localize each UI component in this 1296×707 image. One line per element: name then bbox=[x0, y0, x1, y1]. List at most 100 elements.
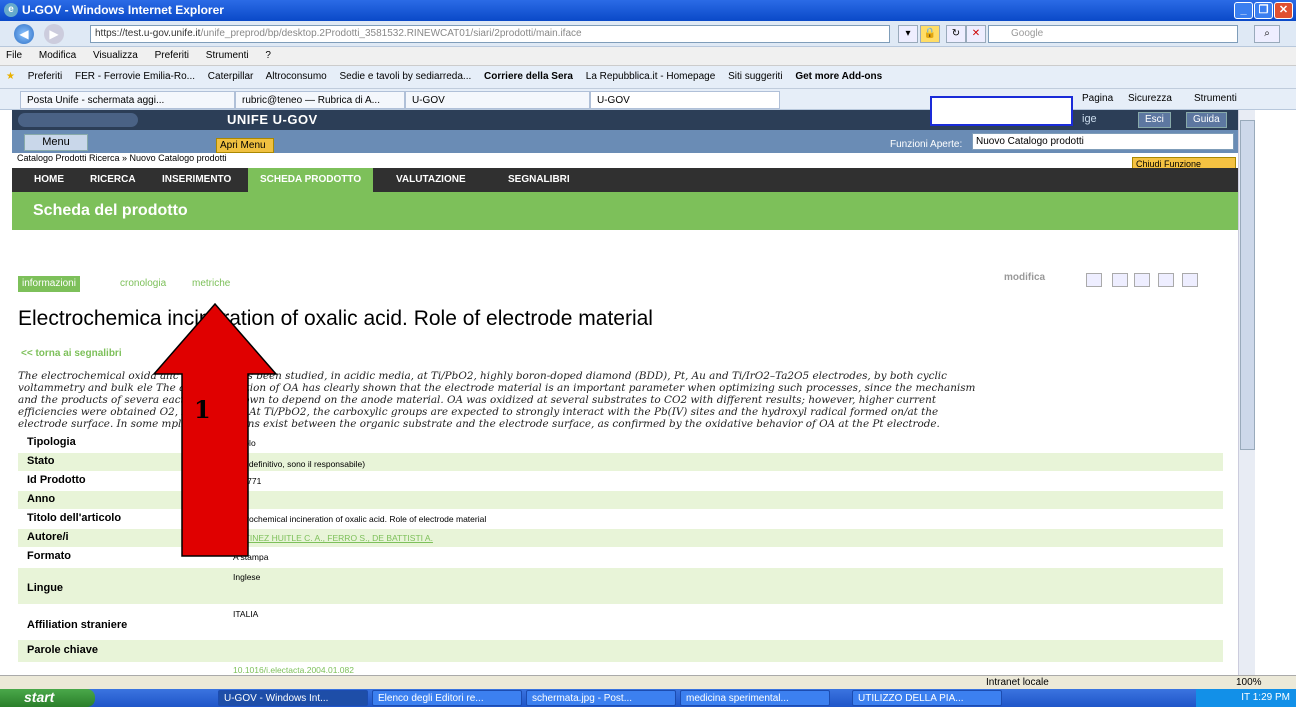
nav-ricerca[interactable]: RICERCA bbox=[78, 168, 148, 192]
field-label: Anno bbox=[27, 493, 56, 505]
favorites-bar: ★ Preferiti FER - Ferrovie Emilia-Ro... … bbox=[0, 66, 1296, 89]
star-icon: ★ bbox=[6, 71, 15, 82]
nav-valutazione[interactable]: VALUTAZIONE bbox=[384, 168, 478, 192]
tab-cronologia[interactable]: cronologia bbox=[120, 278, 166, 289]
field-label: Formato bbox=[27, 550, 71, 562]
clock: 1:29 PM bbox=[1252, 692, 1290, 703]
menu-modifica[interactable]: Modifica bbox=[39, 50, 76, 61]
redaction-box bbox=[930, 96, 1073, 126]
field-label: Stato bbox=[27, 455, 55, 467]
close-button[interactable]: ✕ bbox=[1274, 2, 1293, 19]
status-bar: Intranet locale 100% bbox=[0, 675, 1296, 689]
app-menu-bar: Menu Apri Menu Funzioni Aperte: Nuovo Ca… bbox=[12, 130, 1238, 153]
print-icon[interactable] bbox=[1134, 273, 1150, 287]
stop-icon[interactable]: ✕ bbox=[966, 25, 986, 43]
start-button[interactable]: start bbox=[0, 689, 95, 707]
favorites-button[interactable]: Preferiti bbox=[28, 71, 62, 82]
menu-file[interactable]: File bbox=[6, 50, 22, 61]
esci-button[interactable]: Esci bbox=[1138, 112, 1171, 128]
task-ugov[interactable]: U-GOV - Windows Int... bbox=[218, 690, 368, 706]
guida-button[interactable]: Guida bbox=[1186, 112, 1227, 128]
field-label: Tipologia bbox=[27, 436, 76, 448]
address-bar[interactable]: https://test.u-gov.unife.it/unife_prepro… bbox=[90, 25, 890, 43]
doc-icon[interactable] bbox=[1182, 273, 1198, 287]
dropdown-icon[interactable]: ▾ bbox=[898, 25, 918, 43]
modifica-link[interactable]: modifica bbox=[1004, 272, 1045, 283]
pagina-menu[interactable]: Pagina bbox=[1082, 93, 1113, 104]
red-arrow-annotation bbox=[152, 302, 278, 557]
menu-preferiti[interactable]: Preferiti bbox=[155, 50, 189, 61]
search-icon[interactable]: ⌕ bbox=[1254, 25, 1280, 43]
lang-indicator[interactable]: IT bbox=[1241, 692, 1250, 703]
doi-link[interactable]: 10.1016/j.electacta.2004.01.082 bbox=[233, 665, 354, 673]
menu-strumenti[interactable]: Strumenti bbox=[206, 50, 249, 61]
nav-home[interactable]: HOME bbox=[22, 168, 76, 192]
fav-fer[interactable]: FER - Ferrovie Emilia-Ro... bbox=[75, 71, 195, 82]
fav-sedie[interactable]: Sedie e tavoli by sediarreda... bbox=[340, 71, 472, 82]
field-row: 10.1016/j.electacta.2004.01.082 bbox=[18, 663, 1223, 673]
menu-button[interactable]: Menu bbox=[24, 134, 88, 151]
fav-caterpillar[interactable]: Caterpillar bbox=[208, 71, 254, 82]
funzioni-aperte-label: Funzioni Aperte: bbox=[890, 139, 963, 150]
ie-icon: e bbox=[4, 3, 18, 17]
field-label: Id Prodotto bbox=[27, 474, 86, 486]
field-label: Lingue bbox=[27, 582, 64, 594]
fav-repubblica[interactable]: La Repubblica.it - Homepage bbox=[586, 71, 716, 82]
product-title: Electrochemica incineration of oxalic ac… bbox=[18, 307, 653, 330]
system-tray: IT 1:29 PM bbox=[1196, 689, 1296, 707]
menu-visualizza[interactable]: Visualizza bbox=[93, 50, 138, 61]
tab-bar: Posta Unife - schermata aggi... rubric@t… bbox=[0, 89, 1296, 110]
tab-ugov[interactable]: U-GOV bbox=[405, 91, 590, 109]
window-title: U-GOV - Windows Internet Explorer bbox=[22, 3, 224, 17]
sicurezza-menu[interactable]: Sicurezza bbox=[1128, 93, 1172, 104]
arrow-label: 1 bbox=[194, 395, 211, 424]
book-icon[interactable] bbox=[1112, 273, 1128, 287]
menu-help[interactable]: ? bbox=[265, 50, 271, 61]
nav-inserimento[interactable]: INSERIMENTO bbox=[150, 168, 243, 192]
zoom-label[interactable]: 100% bbox=[1236, 677, 1262, 688]
task-medicina[interactable]: medicina sperimental... bbox=[680, 690, 830, 706]
apri-menu-button[interactable]: Apri Menu bbox=[216, 138, 274, 153]
tab-rubrica[interactable]: rubric@teneo — Rubrica di A... bbox=[235, 91, 405, 109]
tab-metriche[interactable]: metriche bbox=[192, 278, 230, 289]
lock-icon[interactable]: 🔒 bbox=[920, 25, 940, 43]
refresh-icon[interactable]: ↻ bbox=[946, 25, 966, 43]
help-fragment[interactable]: ige bbox=[1082, 113, 1097, 125]
fav-siti[interactable]: Siti suggeriti bbox=[728, 71, 782, 82]
nav-scheda-prodotto[interactable]: SCHEDA PRODOTTO bbox=[248, 168, 374, 192]
pdf-icon[interactable] bbox=[1158, 273, 1174, 287]
unife-logo bbox=[18, 113, 138, 127]
section-title: Scheda del prodotto bbox=[12, 192, 1238, 230]
address-toolbar: ◀ ▶ https://test.u-gov.unife.it/unife_pr… bbox=[0, 21, 1296, 47]
fav-addons[interactable]: Get more Add-ons bbox=[795, 71, 882, 82]
task-elenco[interactable]: Elenco degli Editori re... bbox=[372, 690, 522, 706]
export-icon[interactable] bbox=[1086, 273, 1102, 287]
field-label: Affiliation straniere bbox=[27, 619, 128, 631]
task-schermata[interactable]: schermata.jpg - Post... bbox=[526, 690, 676, 706]
fav-altroconsumo[interactable]: Altroconsumo bbox=[266, 71, 327, 82]
maximize-button[interactable]: ❐ bbox=[1254, 2, 1273, 19]
breadcrumb: Catalogo Prodotti Ricerca » Nuovo Catalo… bbox=[12, 153, 1238, 165]
minimize-button[interactable]: _ bbox=[1234, 2, 1253, 19]
field-value: Inglese bbox=[233, 572, 261, 582]
tab-informazioni[interactable]: informazioni bbox=[18, 276, 80, 292]
search-input[interactable]: Google bbox=[988, 25, 1238, 43]
funzioni-select[interactable]: Nuovo Catalogo prodotti bbox=[972, 133, 1234, 150]
tab-posta[interactable]: Posta Unife - schermata aggi... bbox=[20, 91, 235, 109]
tab-ugov-active[interactable]: U-GOV bbox=[590, 91, 780, 109]
page-scrollbar[interactable] bbox=[1238, 110, 1255, 675]
back-to-bookmarks-link[interactable]: << torna ai segnalibri bbox=[21, 348, 122, 359]
task-utilizzo[interactable]: UTILIZZO DELLA PIA... bbox=[852, 690, 1002, 706]
zone-label: Intranet locale bbox=[986, 677, 1049, 688]
forward-arrow-icon[interactable]: ▶ bbox=[44, 24, 64, 44]
nav-segnalibri[interactable]: SEGNALIBRI bbox=[496, 168, 582, 192]
field-label: Titolo dell'articolo bbox=[27, 512, 122, 524]
fav-corriere[interactable]: Corriere della Sera bbox=[484, 71, 573, 82]
menu-bar: File Modifica Visualizza Preferiti Strum… bbox=[0, 47, 1296, 66]
strumenti-menu[interactable]: Strumenti bbox=[1194, 93, 1237, 104]
app-title: UNIFE U-GOV bbox=[227, 112, 318, 127]
back-arrow-icon[interactable]: ◀ bbox=[14, 24, 34, 44]
scroll-thumb[interactable] bbox=[1240, 120, 1255, 450]
taskbar: start U-GOV - Windows Int... Elenco degl… bbox=[0, 689, 1296, 707]
field-value: ITALIA bbox=[233, 609, 259, 619]
